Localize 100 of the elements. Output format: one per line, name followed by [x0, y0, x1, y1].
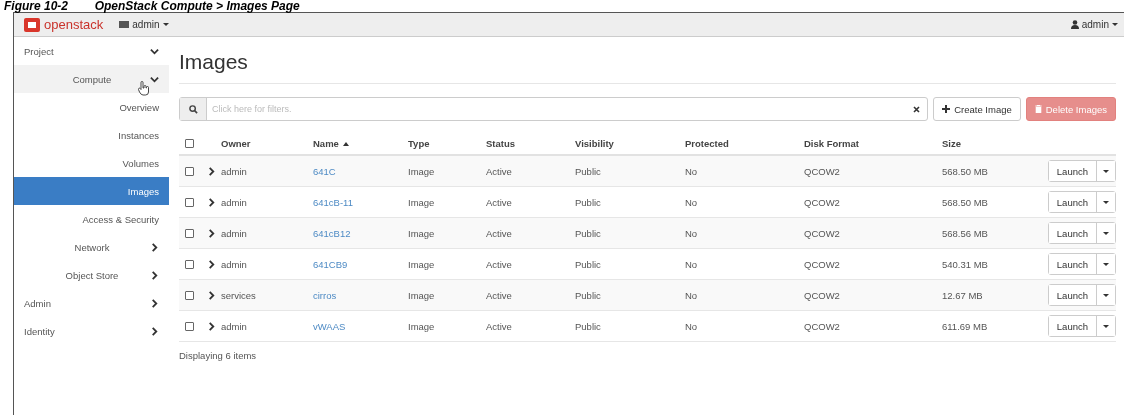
- column-header[interactable]: Size: [942, 138, 1046, 149]
- caret-icon: [1103, 262, 1109, 266]
- row-checkbox[interactable]: [185, 259, 194, 269]
- sidebar-item[interactable]: Identity: [14, 317, 169, 345]
- table-cell-text: No: [685, 227, 699, 239]
- clear-icon[interactable]: [913, 105, 921, 113]
- table-cell-text: QCOW2: [804, 196, 841, 208]
- table-cell-text: 12.67 MB: [942, 289, 984, 301]
- create-image-button[interactable]: Create Image: [933, 97, 1021, 121]
- expand-chevron-icon[interactable]: [207, 290, 216, 300]
- table-cell-text: Public: [575, 227, 602, 239]
- sidebar-item[interactable]: Network: [14, 233, 169, 261]
- table-cell-text: Active: [486, 289, 513, 301]
- column-header[interactable]: Type: [408, 138, 486, 149]
- column-header[interactable]: Owner: [221, 138, 313, 149]
- row-checkbox[interactable]: [185, 228, 194, 238]
- launch-button[interactable]: Launch: [1048, 223, 1096, 243]
- table-cell-text: Active: [486, 227, 513, 239]
- sidebar-item[interactable]: Access & Security: [14, 205, 169, 233]
- image-name-link[interactable]: 641CB9: [313, 258, 348, 270]
- expand-chevron-icon[interactable]: [207, 321, 216, 331]
- table-cell-text: admin: [221, 320, 248, 332]
- table-cell-text: QCOW2: [804, 227, 841, 239]
- expand-chevron-icon[interactable]: [207, 259, 216, 269]
- column-header[interactable]: Name: [313, 138, 408, 149]
- table-cell-text: No: [685, 196, 699, 208]
- chevron-right-icon: [150, 298, 159, 308]
- row-checkbox[interactable]: [185, 166, 194, 176]
- table-cell-text: No: [685, 289, 699, 301]
- table-cell-text: Image: [408, 196, 436, 208]
- table-cell-text: Public: [575, 258, 602, 270]
- image-name-link[interactable]: 641cB12: [313, 227, 351, 239]
- item-count: Displaying 6 items: [179, 350, 258, 361]
- launch-button[interactable]: Launch: [1048, 285, 1096, 305]
- table-cell-text: Public: [575, 165, 602, 177]
- launch-dropdown-button[interactable]: [1096, 285, 1115, 305]
- table-cell-text: Active: [486, 196, 513, 208]
- table-cell-text: QCOW2: [804, 320, 841, 332]
- sidebar-item[interactable]: Project: [14, 37, 169, 65]
- image-name-link[interactable]: 641cB-11: [313, 196, 353, 208]
- caret-icon: [1103, 200, 1109, 204]
- table-cell-text: Image: [408, 320, 436, 332]
- table-cell-text: Image: [408, 227, 436, 239]
- project-menu[interactable]: admin: [119, 19, 169, 30]
- expand-chevron-icon[interactable]: [207, 166, 216, 176]
- table-cell-text: No: [685, 320, 699, 332]
- sidebar-item[interactable]: Instances: [14, 121, 169, 149]
- table-cell-text: QCOW2: [804, 258, 841, 270]
- sidebar-item[interactable]: Images: [14, 177, 169, 205]
- user-icon: [1070, 20, 1079, 29]
- chevron-right-icon: [150, 326, 159, 336]
- table-cell-text: admin: [221, 227, 248, 239]
- column-header[interactable]: Protected: [685, 138, 804, 149]
- table-cell-text: Image: [408, 165, 436, 177]
- table-cell-text: No: [685, 258, 699, 270]
- launch-dropdown-button[interactable]: [1096, 223, 1115, 243]
- caret-icon: [1103, 293, 1109, 297]
- select-all-checkbox[interactable]: [185, 139, 194, 148]
- sidebar-item[interactable]: Volumes: [14, 149, 169, 177]
- grid-icon: [119, 21, 130, 28]
- image-name-link[interactable]: cirros: [313, 289, 337, 301]
- table-cell-text: 568.50 MB: [942, 165, 989, 177]
- launch-dropdown-button[interactable]: [1096, 161, 1115, 181]
- launch-dropdown-button[interactable]: [1096, 316, 1115, 336]
- column-header[interactable]: Visibility: [575, 138, 685, 149]
- launch-dropdown-button[interactable]: [1096, 192, 1115, 212]
- chevron-right-icon: [150, 270, 159, 280]
- table-cell-text: QCOW2: [804, 165, 841, 177]
- user-menu[interactable]: admin: [1070, 19, 1118, 30]
- page-title: Images: [179, 49, 249, 75]
- search-icon: [188, 104, 198, 114]
- table-cell-text: admin: [221, 258, 248, 270]
- sidebar-item[interactable]: Object Store: [14, 261, 169, 289]
- table-cell-text: 540.31 MB: [942, 258, 989, 270]
- table-cell-text: QCOW2: [804, 289, 841, 301]
- sidebar-item[interactable]: Compute: [14, 65, 169, 93]
- column-header[interactable]: Disk Format: [804, 138, 942, 149]
- caret-icon: [1103, 169, 1109, 173]
- column-header[interactable]: Status: [486, 138, 575, 149]
- row-checkbox[interactable]: [185, 197, 194, 207]
- row-checkbox[interactable]: [185, 321, 194, 331]
- launch-button[interactable]: Launch: [1048, 161, 1096, 181]
- launch-dropdown-button[interactable]: [1096, 254, 1115, 274]
- image-name-link[interactable]: 641C: [313, 165, 336, 177]
- table-cell-text: admin: [221, 196, 248, 208]
- table-cell-text: Active: [486, 165, 513, 177]
- table-cell-text: services: [221, 289, 257, 301]
- table-cell-text: Active: [486, 320, 513, 332]
- table-cell-text: 568.56 MB: [942, 227, 989, 239]
- expand-chevron-icon[interactable]: [207, 197, 216, 207]
- logo-text: openstack: [44, 17, 104, 32]
- sidebar-item[interactable]: Admin: [14, 289, 169, 317]
- row-checkbox[interactable]: [185, 290, 194, 300]
- expand-chevron-icon[interactable]: [207, 228, 216, 238]
- chevron-right-icon: [150, 242, 159, 252]
- image-name-link[interactable]: vWAAS: [313, 320, 346, 332]
- sidebar-item[interactable]: Overview: [14, 93, 169, 121]
- table-cell-text: Public: [575, 196, 602, 208]
- caret-icon: [1112, 23, 1118, 26]
- table-cell-text: Image: [408, 289, 436, 301]
